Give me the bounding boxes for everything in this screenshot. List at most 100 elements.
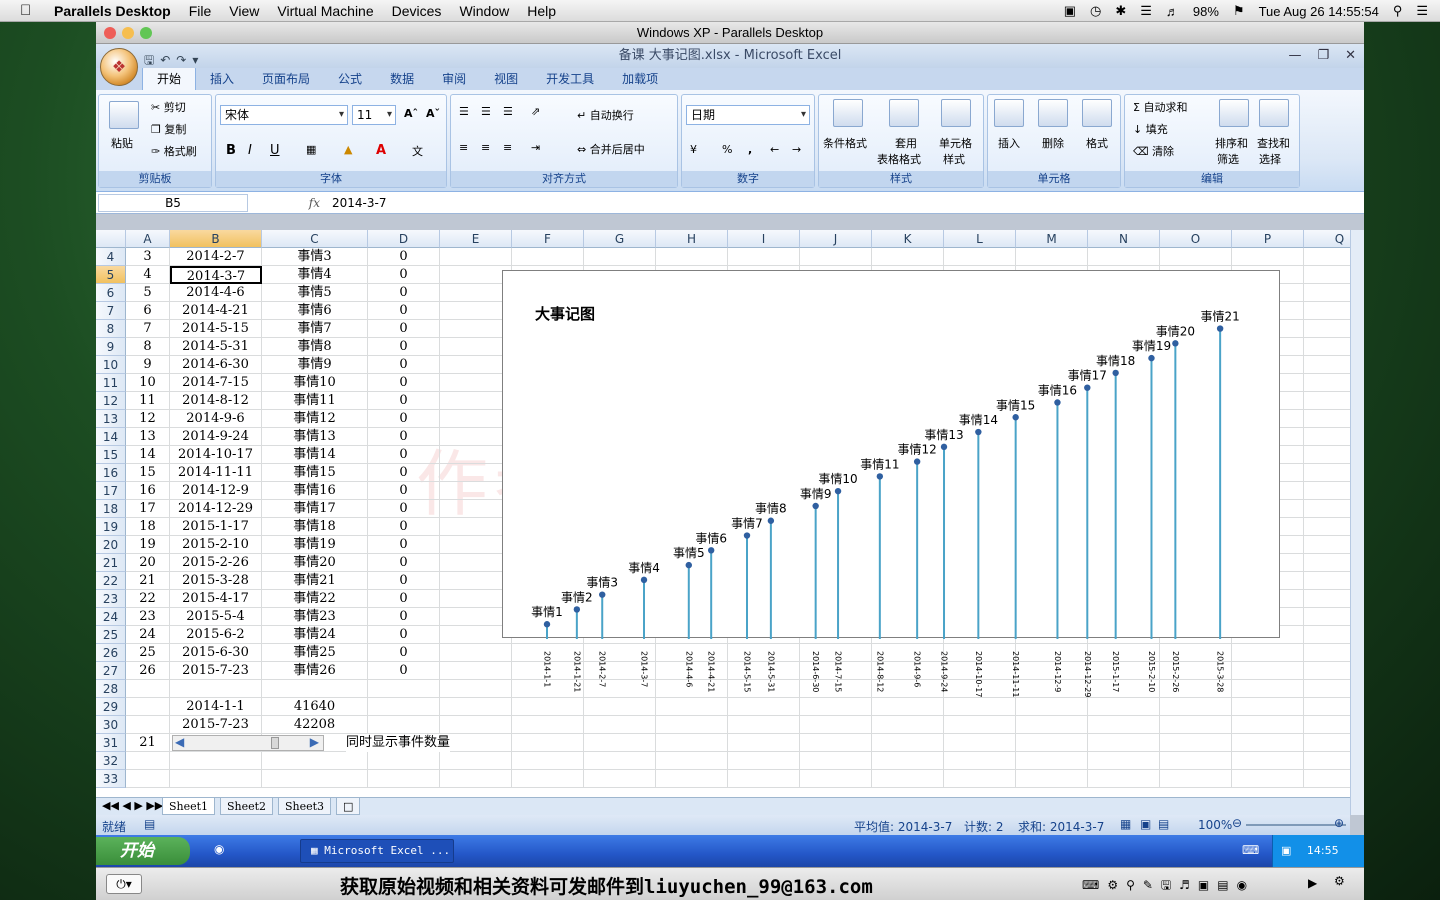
stem-point[interactable] [707,547,715,554]
menu-devices[interactable]: Devices [392,3,442,19]
cell-d21[interactable]: 0 [368,554,440,572]
row-header-23[interactable]: 23 [96,590,126,608]
tab-insert[interactable]: 插入 [196,67,248,90]
cell-a11[interactable]: 10 [126,374,170,392]
quicklaunch-icon[interactable]: ◉ [214,842,224,856]
macro-record-icon[interactable]: ▤ [144,817,155,831]
cell-c15[interactable]: 事情14 [262,446,368,464]
percent-button[interactable]: % [722,143,732,156]
cell-b9[interactable]: 2014-5-31 [170,338,262,356]
align-top-icon[interactable]: ☰ [459,105,469,118]
stem-point[interactable] [940,443,948,451]
cell-a20[interactable]: 19 [126,536,170,554]
cell-d20[interactable]: 0 [368,536,440,554]
row-header-19[interactable]: 19 [96,518,126,536]
data-label[interactable]: 事情8 [755,502,787,516]
cell-b14[interactable]: 2014-9-24 [170,428,262,446]
cell-c29[interactable]: 41640 [262,698,368,716]
cell-l33[interactable] [944,770,1016,788]
cell-c10[interactable]: 事情9 [262,356,368,374]
row-header-12[interactable]: 12 [96,392,126,410]
zoom-slider[interactable] [1246,824,1346,826]
cell-d24[interactable]: 0 [368,608,440,626]
cell-b16[interactable]: 2014-11-11 [170,464,262,482]
cell-p32[interactable] [1232,752,1304,770]
scroll-left-icon[interactable]: ◀ [175,735,184,749]
tab-addins[interactable]: 加载项 [608,67,672,90]
cell-p33[interactable] [1232,770,1304,788]
cell-j31[interactable] [800,734,872,752]
cell-g31[interactable] [584,734,656,752]
align-middle-icon[interactable]: ☰ [481,105,491,118]
toolbar-settings-icon[interactable]: ⚙ [1334,874,1345,888]
tab-data[interactable]: 数据 [376,67,428,90]
row-header-16[interactable]: 16 [96,464,126,482]
cell-c11[interactable]: 事情10 [262,374,368,392]
cell-a29[interactable] [126,698,170,716]
format-cells-button[interactable]: 格式 [1086,135,1108,151]
cell-c6[interactable]: 事情5 [262,284,368,302]
stem-point[interactable] [543,621,551,628]
row-header-13[interactable]: 13 [96,410,126,428]
cell-m4[interactable] [1016,248,1088,266]
cell-k4[interactable] [872,248,944,266]
row-header-18[interactable]: 18 [96,500,126,518]
stem-point[interactable] [876,473,884,480]
grow-font-button[interactable]: Aˆ [404,107,418,120]
cell-l32[interactable] [944,752,1016,770]
cell-b19[interactable]: 2015-1-17 [170,518,262,536]
cell-d5[interactable]: 0 [368,266,440,284]
battery-status[interactable]: 98% [1193,4,1219,19]
cell-h31[interactable] [656,734,728,752]
cell-i33[interactable] [728,770,800,788]
cell-b10[interactable]: 2014-6-30 [170,356,262,374]
cell-styles-button-1[interactable]: 单元格 [939,135,972,151]
cell-e4[interactable] [440,248,512,266]
align-bottom-icon[interactable]: ☰ [503,105,513,118]
insert-sheet-icon[interactable]: □ [336,798,361,815]
cell-c32[interactable] [262,752,368,770]
undo-icon[interactable]: ↶ [160,48,170,72]
stem-point[interactable] [1084,384,1091,391]
data-label[interactable]: 事情20 [1156,324,1195,338]
data-label[interactable]: 事情16 [1038,383,1077,397]
data-label[interactable]: 事情21 [1200,310,1239,324]
cell-k31[interactable] [872,734,944,752]
menubar-clock[interactable]: Tue Aug 26 14:55:54 [1259,4,1379,19]
cell-styles-button-2[interactable]: 样式 [943,151,965,167]
row-header-11[interactable]: 11 [96,374,126,392]
cell-b29[interactable]: 2014-1-1 [170,698,262,716]
cell-o4[interactable] [1160,248,1232,266]
cell-o33[interactable] [1160,770,1232,788]
cell-c21[interactable]: 事情20 [262,554,368,572]
cell-a26[interactable]: 25 [126,644,170,662]
format-table-button-2[interactable]: 表格格式 [877,151,921,167]
row-header-28[interactable]: 28 [96,680,126,698]
cell-h4[interactable] [656,248,728,266]
excel-minimize-button[interactable]: — [1288,44,1301,68]
cell-c22[interactable]: 事情21 [262,572,368,590]
column-header-h[interactable]: H [656,230,728,248]
cell-b27[interactable]: 2015-7-23 [170,662,262,680]
cell-e28[interactable] [440,680,512,698]
cell-a4[interactable]: 3 [126,248,170,266]
view-layout-icon[interactable]: ▣ [1140,817,1151,831]
stem-point[interactable] [834,487,842,495]
cell-p31[interactable] [1232,734,1304,752]
cell-e27[interactable] [440,662,512,680]
cell-a18[interactable]: 17 [126,500,170,518]
align-right-icon[interactable]: ≡ [503,141,512,154]
row-header-7[interactable]: 7 [96,302,126,320]
tray-network-icon[interactable]: ▣ [1281,844,1295,857]
formula-input[interactable]: 2014-3-7 [328,196,1364,210]
cell-f30[interactable] [512,716,584,734]
column-header-o[interactable]: O [1160,230,1232,248]
cell-d25[interactable]: 0 [368,626,440,644]
cell-q22[interactable] [1304,572,1350,590]
cell-q10[interactable] [1304,356,1350,374]
row-header-21[interactable]: 21 [96,554,126,572]
cell-f31[interactable] [512,734,584,752]
view-pagebreak-icon[interactable]: ▤ [1158,817,1169,831]
cell-a9[interactable]: 8 [126,338,170,356]
cell-a5[interactable]: 4 [126,266,170,284]
